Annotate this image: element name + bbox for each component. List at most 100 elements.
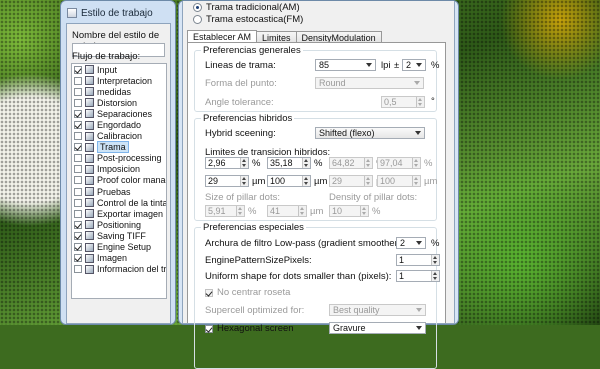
- workflow-item-checkbox[interactable]: [74, 220, 82, 229]
- workflow-tree[interactable]: Input Interpretacion medidas Distorsion Sepa…: [71, 63, 167, 299]
- workflow-item[interactable]: Pruebas: [72, 186, 166, 197]
- workflow-item[interactable]: Distorsion: [72, 97, 166, 108]
- limit-stepper[interactable]: 5,91: [205, 205, 245, 217]
- chevron-down-icon: [416, 241, 422, 245]
- lowpass-dropdown[interactable]: 2: [396, 237, 426, 249]
- workflow-item-checkbox[interactable]: [74, 187, 82, 196]
- limit-stepper[interactable]: 97,04: [377, 157, 421, 169]
- workflow-item[interactable]: Input: [72, 64, 166, 75]
- workflow-step-icon: [85, 242, 94, 252]
- limit-stepper[interactable]: 41: [267, 205, 307, 217]
- stepper-arrows-icon[interactable]: [302, 176, 310, 186]
- limit-stepper[interactable]: 29: [205, 175, 249, 187]
- workflow-item-checkbox[interactable]: [74, 87, 82, 96]
- workflow-item-checkbox[interactable]: [74, 65, 82, 74]
- workflow-item[interactable]: Interpretacion: [72, 75, 166, 86]
- dot-shape-value: Round: [319, 78, 346, 88]
- workflow-item-label: Calibracion: [97, 131, 143, 142]
- stepper-arrows-icon[interactable]: [240, 158, 248, 168]
- workflow-item-checkbox[interactable]: [74, 254, 82, 263]
- screening-client: Trama tradicional(AM) Trama estocastica(…: [182, 1, 455, 369]
- limit-stepper[interactable]: 35,18: [267, 157, 311, 169]
- dot-shape-dropdown[interactable]: Round: [315, 77, 424, 89]
- workflow-item-checkbox[interactable]: [74, 76, 82, 85]
- lines-dropdown[interactable]: 85: [315, 59, 376, 71]
- workflow-item[interactable]: Separaciones: [72, 108, 166, 119]
- stepper-arrows-icon[interactable]: [302, 158, 310, 168]
- stepper-arrows-icon[interactable]: [240, 176, 248, 186]
- workflow-item[interactable]: Proof color management: [72, 175, 166, 186]
- workflow-item-label: Imposicion: [97, 164, 141, 175]
- hexagonal-box[interactable]: [205, 324, 213, 333]
- radio-am[interactable]: Trama tradicional(AM): [193, 2, 300, 13]
- workflow-item[interactable]: Positioning: [72, 219, 166, 230]
- workflow-item-checkbox[interactable]: [74, 209, 82, 218]
- workflow-item-label: Proof color management: [97, 175, 166, 186]
- stepper-arrows-icon[interactable]: [412, 158, 420, 168]
- workflow-item[interactable]: Exportar imagen: [72, 208, 166, 219]
- workflow-item-checkbox[interactable]: [74, 165, 82, 174]
- workflow-item[interactable]: Imposicion: [72, 164, 166, 175]
- stepper-arrows-icon[interactable]: [431, 271, 439, 281]
- workflow-item-checkbox[interactable]: [74, 143, 82, 152]
- lpi-dropdown[interactable]: 2: [402, 59, 426, 71]
- no-rosette-box[interactable]: [205, 288, 213, 297]
- stepper-arrows-icon[interactable]: [236, 206, 244, 216]
- workflow-item[interactable]: Trama: [72, 141, 166, 154]
- workflow-item-checkbox[interactable]: [74, 154, 82, 163]
- limit-stepper[interactable]: 2,96: [205, 157, 249, 169]
- workflow-item[interactable]: Calibracion: [72, 131, 166, 142]
- limit-unit: %: [252, 158, 261, 169]
- stepper-arrows-icon[interactable]: [412, 176, 420, 186]
- workflow-item-checkbox[interactable]: [74, 265, 82, 274]
- workflow-item[interactable]: Post-processing: [72, 153, 166, 164]
- workflow-item[interactable]: Engordado: [72, 119, 166, 130]
- workflow-item[interactable]: Saving TIFF: [72, 230, 166, 241]
- lines-label: Lineas de trama:: [205, 60, 276, 71]
- workflow-item-checkbox[interactable]: [74, 121, 82, 130]
- workflow-item-checkbox[interactable]: [74, 109, 82, 118]
- workflow-item-checkbox[interactable]: [74, 98, 82, 107]
- tab-page: Preferencias generales Lineas de trama: …: [187, 42, 446, 369]
- stepper-arrows-icon[interactable]: [360, 206, 368, 216]
- workflow-item[interactable]: Imagen: [72, 253, 166, 264]
- supercell-dropdown[interactable]: Best quality: [329, 304, 426, 316]
- limit-stepper[interactable]: 100: [377, 175, 421, 187]
- no-rosette-label: No centrar roseta: [217, 287, 291, 298]
- hybrid-screening-dropdown[interactable]: Shifted (flexo): [315, 127, 425, 139]
- limit-stepper[interactable]: 10: [329, 205, 369, 217]
- workflow-item[interactable]: Engine Setup: [72, 242, 166, 253]
- stepper-arrows-icon[interactable]: [431, 255, 439, 265]
- stepper-arrows-icon[interactable]: [416, 97, 424, 107]
- stepper-arrows-icon[interactable]: [364, 176, 372, 186]
- supercell-value: Best quality: [333, 305, 380, 315]
- limit-value: 2,96: [208, 158, 226, 168]
- limit-stepper[interactable]: 29: [329, 175, 373, 187]
- limit-stepper[interactable]: 64,82: [329, 157, 373, 169]
- workflow-item[interactable]: Informacion del trabajo: [72, 264, 166, 275]
- workflow-item-checkbox[interactable]: [74, 231, 82, 240]
- workflow-item-label: Control de la tinta: [97, 197, 167, 208]
- workflow-label: Flujo de trabajo:: [72, 51, 141, 62]
- radio-fm-button[interactable]: [193, 15, 202, 24]
- workflow-item-checkbox[interactable]: [74, 132, 82, 141]
- workflow-item-checkbox[interactable]: [74, 243, 82, 252]
- stepper-arrows-icon[interactable]: [364, 158, 372, 168]
- engine-pattern-stepper[interactable]: 1: [396, 254, 440, 266]
- workflow-item[interactable]: Control de la tinta: [72, 197, 166, 208]
- limit-value: 64,82: [332, 158, 355, 168]
- group-special: Preferencias especiales Archura de filtr…: [194, 222, 440, 369]
- angle-tolerance-stepper[interactable]: 0,5: [381, 96, 425, 108]
- workflow-item-checkbox[interactable]: [74, 176, 82, 185]
- radio-am-button[interactable]: [193, 3, 202, 12]
- radio-fm[interactable]: Trama estocastica(FM): [193, 14, 303, 25]
- hexagonal-dropdown[interactable]: Gravure: [329, 322, 426, 334]
- workflow-step-icon: [85, 209, 94, 219]
- workflow-step-icon: [85, 264, 94, 274]
- workflow-item-checkbox[interactable]: [74, 198, 82, 207]
- workflow-item[interactable]: medidas: [72, 86, 166, 97]
- limit-stepper[interactable]: 100: [267, 175, 311, 187]
- no-rosette-checkbox[interactable]: No centrar roseta: [205, 287, 290, 298]
- stepper-arrows-icon[interactable]: [298, 206, 306, 216]
- uniform-shape-stepper[interactable]: 1: [396, 270, 440, 282]
